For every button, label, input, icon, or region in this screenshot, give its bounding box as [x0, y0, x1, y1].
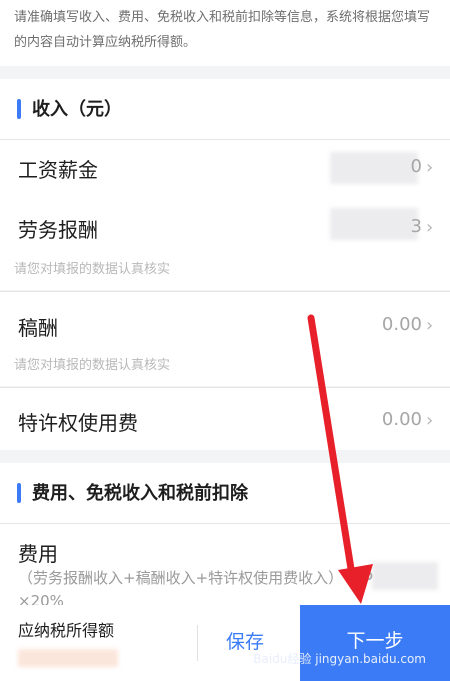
notice-panel: 请准确填写收入、费用、免税收入和税前扣除等信息，系统将根据您填写的内容自动计算应… — [0, 0, 450, 66]
row-label: 特许权使用费 — [18, 411, 138, 435]
chevron-right-icon: › — [426, 315, 434, 336]
row-label: 稿酬 — [18, 316, 58, 340]
row-value: 3 — [410, 216, 422, 237]
row-value: 0 — [410, 156, 422, 177]
next-step-button[interactable]: 下一步 — [300, 605, 450, 681]
notice-text: 请准确填写收入、费用、免税收入和税前扣除等信息，系统将根据您填写的内容自动计算应… — [14, 10, 431, 50]
divider — [197, 625, 198, 661]
row-manuscript-fee[interactable]: 稿酬 0.00 › 请您对填报的数据认真核实 — [0, 292, 450, 386]
redacted-value — [330, 152, 418, 184]
chevron-right-icon: › — [426, 217, 434, 238]
row-hint: 请您对填报的数据认真核实 — [14, 262, 171, 277]
row-value: 0.00 — [381, 409, 422, 430]
redacted-value — [330, 208, 418, 240]
taxable-income-value — [18, 649, 118, 667]
section-accent-bar — [17, 483, 21, 503]
bottom-action-bar: 应纳税所得额 保存 下一步 — [0, 605, 450, 681]
taxable-income-label: 应纳税所得额 — [18, 621, 115, 640]
chevron-right-icon: › — [426, 410, 434, 431]
row-labor-remuneration[interactable]: 劳务报酬 3 › 请您对填报的数据认真核实 — [0, 196, 450, 290]
watermark: Baidu经验 jingyan.baidu.com — [253, 652, 426, 666]
income-section-title: 收入（元） — [32, 99, 122, 120]
row-fee[interactable]: 费用 （劳务报酬收入+稿酬收入+特许权使用费收入）×20% 5 — [0, 524, 450, 610]
row-value: 0.00 — [381, 314, 422, 335]
row-label: 劳务报酬 — [18, 218, 98, 242]
redacted-value — [372, 562, 438, 590]
row-royalty-fee[interactable]: 特许权使用费 0.00 › — [0, 388, 450, 450]
row-label: 费用 — [18, 542, 58, 566]
row-value: 5 — [362, 564, 374, 585]
chevron-right-icon: › — [426, 157, 434, 178]
row-label: 工资薪金 — [18, 158, 98, 182]
income-section-header: 收入（元） — [0, 79, 450, 139]
deduction-section-header: 费用、免税收入和税前扣除 — [0, 463, 450, 523]
section-accent-bar — [17, 99, 21, 119]
deduction-section-title: 费用、免税收入和税前扣除 — [32, 483, 248, 504]
row-wage-salary[interactable]: 工资薪金 0 › — [0, 140, 450, 196]
row-hint: 请您对填报的数据认真核实 — [14, 358, 171, 373]
